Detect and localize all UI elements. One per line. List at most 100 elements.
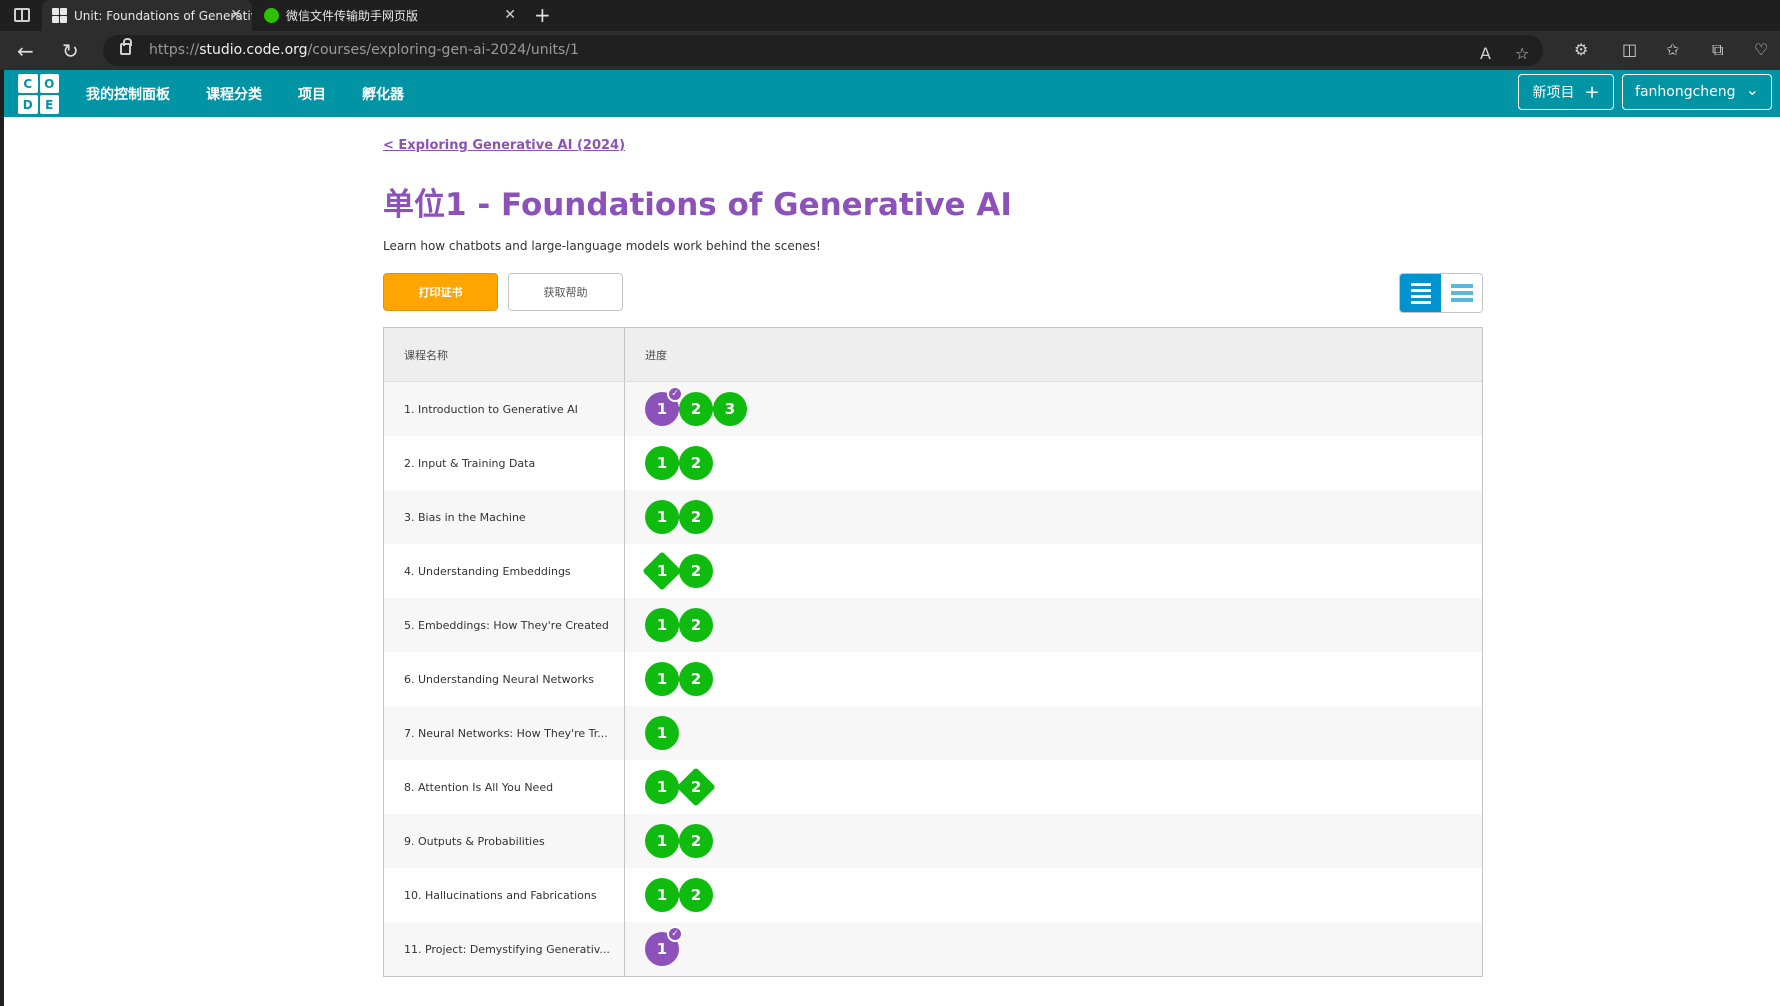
level-number: 1 bbox=[656, 616, 668, 634]
level-bubble[interactable]: 2 bbox=[679, 392, 713, 426]
level-number: 1 bbox=[656, 562, 668, 580]
reload-icon[interactable]: ↻ bbox=[62, 39, 79, 63]
lesson-progress: 12 bbox=[625, 490, 1482, 544]
lesson-name[interactable]: 2. Input & Training Data bbox=[384, 436, 625, 490]
logo-letter: C bbox=[18, 74, 38, 93]
lesson-progress: 12 bbox=[625, 652, 1482, 706]
summary-view-toggle[interactable] bbox=[1441, 274, 1482, 312]
back-to-course-link[interactable]: < Exploring Generative AI (2024) bbox=[383, 138, 625, 153]
level-bubble[interactable]: 1 bbox=[645, 824, 679, 858]
nav-projects[interactable]: 项目 bbox=[298, 84, 326, 104]
level-bubble[interactable]: 1 bbox=[645, 716, 679, 750]
address-bar[interactable]: https://studio.code.org/courses/explorin… bbox=[103, 35, 1543, 66]
favorite-star-icon[interactable]: ☆ bbox=[1515, 44, 1529, 63]
lesson-name[interactable]: 10. Hallucinations and Fabrications bbox=[384, 868, 625, 922]
close-tab-icon[interactable]: ✕ bbox=[504, 7, 516, 23]
new-project-button[interactable]: 新项目 + bbox=[1518, 74, 1614, 110]
table-row: 2. Input & Training Data 1 2 bbox=[384, 436, 1482, 490]
level-number: 1 bbox=[656, 454, 668, 472]
level-bubble[interactable]: 2 bbox=[679, 824, 713, 858]
level-bubble[interactable]: 2 bbox=[679, 878, 713, 912]
level-bubble[interactable]: 2 bbox=[679, 662, 713, 696]
wechat-favicon-icon bbox=[264, 8, 279, 23]
lesson-progress: 1 bbox=[625, 706, 1482, 760]
level-number: 2 bbox=[690, 778, 702, 796]
lesson-progress: 12 bbox=[625, 544, 1482, 598]
nav-incubator[interactable]: 孵化器 bbox=[362, 84, 404, 104]
lesson-name[interactable]: 8. Attention Is All You Need bbox=[384, 760, 625, 814]
print-certificate-button[interactable]: 打印证书 bbox=[383, 273, 498, 311]
get-help-button[interactable]: 获取帮助 bbox=[508, 273, 623, 311]
lesson-progress: 1 ✓ 2 3 bbox=[625, 382, 1482, 436]
lock-icon bbox=[120, 38, 132, 55]
split-screen-icon[interactable]: ◫ bbox=[1622, 40, 1637, 59]
level-bubble[interactable]: 1 bbox=[645, 878, 679, 912]
detail-view-toggle[interactable] bbox=[1400, 274, 1441, 312]
table-row: 10. Hallucinations and Fabrications 1 2 bbox=[384, 868, 1482, 922]
table-row: 9. Outputs & Probabilities 1 2 bbox=[384, 814, 1482, 868]
level-bubble[interactable]: 2 bbox=[679, 500, 713, 534]
url-text: https://studio.code.org/courses/explorin… bbox=[149, 42, 579, 58]
view-toggle bbox=[1399, 273, 1483, 313]
lesson-name[interactable]: 6. Understanding Neural Networks bbox=[384, 652, 625, 706]
level-bubble[interactable]: 2 bbox=[679, 608, 713, 642]
lesson-name[interactable]: 1. Introduction to Generative AI bbox=[384, 382, 625, 436]
level-number: 1 bbox=[656, 670, 668, 688]
level-bubble[interactable]: 1 bbox=[642, 551, 682, 591]
progress-table: 课程名称 进度 1. Introduction to Generative AI… bbox=[383, 327, 1483, 977]
new-project-label: 新项目 bbox=[1532, 85, 1575, 101]
nav-course-catalog[interactable]: 课程分类 bbox=[206, 84, 262, 104]
level-bubble[interactable]: 1 bbox=[645, 446, 679, 480]
lesson-name[interactable]: 11. Project: Demystifying Generativ... bbox=[384, 922, 625, 976]
read-aloud-icon[interactable]: A bbox=[1480, 44, 1491, 63]
new-tab-icon[interactable]: + bbox=[534, 3, 551, 27]
window-left-edge bbox=[0, 70, 4, 1006]
table-row: 1. Introduction to Generative AI 1 ✓ 2 3 bbox=[384, 382, 1482, 436]
lesson-name[interactable]: 5. Embeddings: How They're Created bbox=[384, 598, 625, 652]
lesson-progress: 12 bbox=[625, 760, 1482, 814]
level-number: 2 bbox=[690, 454, 702, 472]
checkmark-icon: ✓ bbox=[667, 926, 683, 942]
browser-tab-wechat[interactable]: 微信文件传输助手网页版 ✕ bbox=[254, 0, 526, 31]
level-number: 1 bbox=[656, 508, 668, 526]
extensions-icon[interactable]: ⚙ bbox=[1574, 40, 1588, 59]
lesson-progress: 12 bbox=[625, 436, 1482, 490]
list-detail-icon bbox=[1410, 282, 1431, 304]
tab-actions-icon[interactable] bbox=[14, 8, 30, 22]
user-menu-button[interactable]: fanhongcheng ⌄ bbox=[1622, 74, 1772, 110]
back-arrow-icon[interactable]: ← bbox=[17, 39, 34, 63]
lesson-name[interactable]: 9. Outputs & Probabilities bbox=[384, 814, 625, 868]
level-bubble[interactable]: 1 bbox=[645, 500, 679, 534]
table-row: 3. Bias in the Machine 1 2 bbox=[384, 490, 1482, 544]
level-bubble[interactable]: 1 ✓ bbox=[645, 386, 683, 426]
nav-dashboard[interactable]: 我的控制面板 bbox=[86, 84, 170, 104]
health-icon[interactable]: ♡ bbox=[1754, 40, 1768, 59]
level-bubble[interactable]: 1 bbox=[645, 662, 679, 696]
level-number: 1 bbox=[656, 400, 668, 418]
level-bubble[interactable]: 2 bbox=[679, 446, 713, 480]
level-number: 1 bbox=[656, 886, 668, 904]
collections-icon[interactable]: ⧉ bbox=[1712, 40, 1723, 60]
level-number: 2 bbox=[690, 886, 702, 904]
logo-letter: D bbox=[18, 95, 38, 114]
username: fanhongcheng bbox=[1635, 84, 1736, 100]
level-number: 2 bbox=[690, 562, 702, 580]
level-bubble[interactable]: 1 bbox=[645, 608, 679, 642]
site-header: C O D E 我的控制面板 课程分类 项目 孵化器 新项目 + fanhong… bbox=[4, 70, 1780, 117]
lesson-name[interactable]: 7. Neural Networks: How They're Tr... bbox=[384, 706, 625, 760]
lesson-name[interactable]: 3. Bias in the Machine bbox=[384, 490, 625, 544]
table-body: 1. Introduction to Generative AI 1 ✓ 2 3 2. I… bbox=[384, 382, 1482, 976]
level-bubble[interactable]: 1 bbox=[645, 770, 679, 804]
code-org-logo[interactable]: C O D E bbox=[18, 74, 59, 114]
level-bubble[interactable]: 2 bbox=[679, 554, 713, 588]
browser-tab-unit[interactable]: Unit: Foundations of Generative AI ✕ bbox=[42, 0, 252, 31]
level-number: 2 bbox=[690, 616, 702, 634]
lesson-name[interactable]: 4. Understanding Embeddings bbox=[384, 544, 625, 598]
close-tab-icon[interactable]: ✕ bbox=[230, 7, 242, 23]
favorites-icon[interactable]: ✩ bbox=[1666, 40, 1679, 59]
level-bubble[interactable]: 3 bbox=[713, 392, 747, 426]
chevron-down-icon: ⌄ bbox=[1745, 79, 1759, 99]
table-row: 8. Attention Is All You Need 1 2 bbox=[384, 760, 1482, 814]
level-bubble[interactable]: 1 ✓ bbox=[645, 926, 683, 966]
level-bubble[interactable]: 2 bbox=[676, 767, 716, 807]
